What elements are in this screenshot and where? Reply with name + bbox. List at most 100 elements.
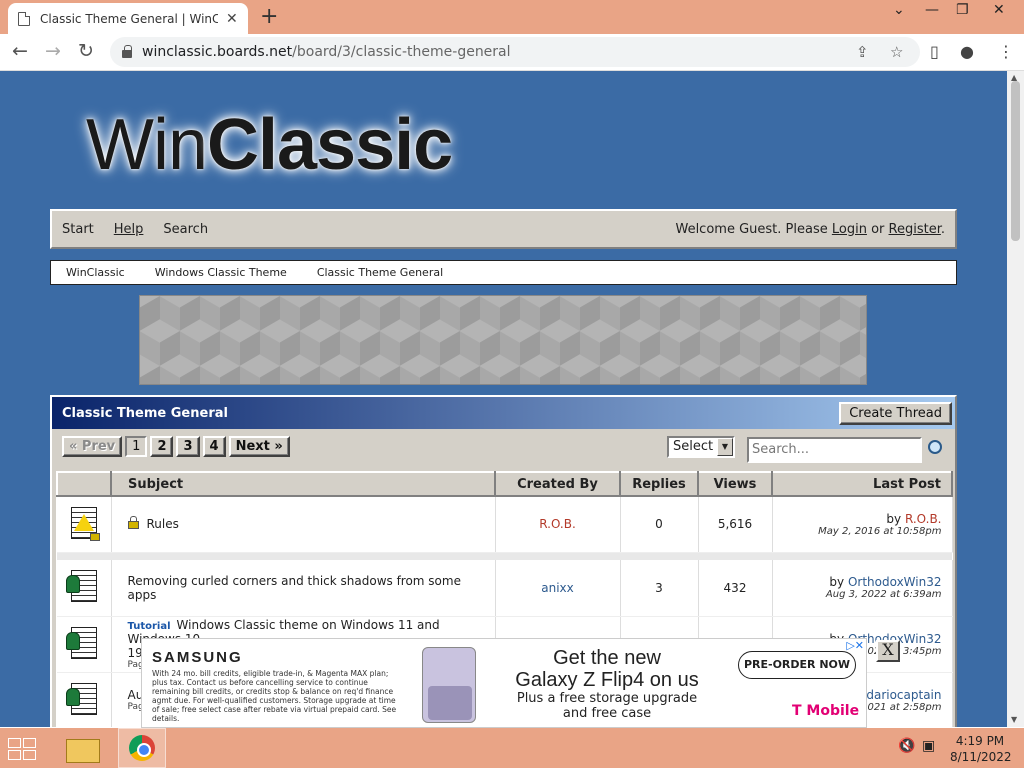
windows-taskbar: 🔇 ▣ 4:19 PM 8/11/2022 <box>0 728 1024 768</box>
thread-views: 5,616 <box>698 496 773 553</box>
ad-phone-image <box>422 647 476 723</box>
ad-headline-line1: Get the new <box>553 647 661 669</box>
url-path: /board/3/classic-theme-general <box>292 44 511 60</box>
breadcrumb-item[interactable]: Classic Theme General <box>317 266 443 279</box>
page-scrollbar[interactable]: ▲ ▼ <box>1007 71 1024 727</box>
page-content: WinClassic Start Help Search Welcome Gue… <box>0 71 1007 727</box>
subject-column-header[interactable]: Subject <box>110 471 496 497</box>
breadcrumb: WinClassic Windows Classic Theme Classic… <box>50 260 957 285</box>
reload-icon[interactable]: ↻ <box>78 40 94 62</box>
breadcrumb-item[interactable]: WinClassic <box>66 266 125 279</box>
welcome-period: . <box>940 221 945 237</box>
network-icon[interactable]: ▣ <box>922 738 935 754</box>
breadcrumb-item[interactable]: Windows Classic Theme <box>155 266 287 279</box>
advertisement-banner[interactable]: SAMSUNG With 24 mo. bill credits, eligib… <box>141 638 867 728</box>
share-icon[interactable]: ⇪ <box>856 43 869 61</box>
last-post-user-link[interactable]: R.O.B. <box>905 512 942 526</box>
nav-start-link[interactable]: Start <box>62 222 94 237</box>
created-by-column-header[interactable]: Created By <box>494 471 621 497</box>
thread-subject-link[interactable]: Removing curled corners and thick shadow… <box>111 560 496 617</box>
nav-help-link[interactable]: Help <box>114 222 144 237</box>
volume-muted-icon[interactable]: 🔇 <box>898 738 915 754</box>
last-post-date[interactable]: May 2, 2016 at 10:58pm <box>774 526 941 537</box>
create-thread-button[interactable]: Create Thread <box>839 401 952 425</box>
clock-time: 4:19 PM <box>955 734 1005 748</box>
login-link[interactable]: Login <box>832 222 867 237</box>
last-post-user-link[interactable]: dariocaptain <box>866 688 941 702</box>
views-column-header[interactable]: Views <box>697 471 773 497</box>
scrollbar-thumb[interactable] <box>1011 81 1020 241</box>
row-divider <box>57 552 952 560</box>
thread-replies: 0 <box>620 496 699 553</box>
ad-subline-line2: and free case <box>562 706 652 721</box>
thread-views: 432 <box>698 560 773 617</box>
page-button-4[interactable]: 4 <box>202 436 226 457</box>
last-post-by: by <box>829 575 848 590</box>
file-explorer-icon[interactable] <box>58 728 106 768</box>
register-link[interactable]: Register <box>889 222 941 237</box>
scroll-down-icon[interactable]: ▼ <box>1011 715 1017 724</box>
thread-icon-cell <box>57 672 112 727</box>
ad-preorder-button[interactable]: PRE-ORDER NOW <box>738 651 856 679</box>
welcome-text: Welcome Guest. Please Login or Register. <box>675 222 945 237</box>
welcome-or: or <box>866 221 889 237</box>
thread-creator-link[interactable]: R.O.B. <box>495 496 621 553</box>
tab-title: Classic Theme General | WinClassic <box>40 11 218 26</box>
ad-close-button[interactable]: X <box>876 640 900 662</box>
adchoices-icon[interactable]: ▷✕ <box>846 639 864 652</box>
next-page-button[interactable]: Next » <box>228 436 290 457</box>
thread-last-post: by R.O.B. May 2, 2016 at 10:58pm <box>772 496 953 553</box>
dropdown-arrow-icon[interactable]: ▼ <box>717 438 733 456</box>
clock-date: 8/11/2022 <box>950 750 1012 764</box>
tab-strip: Classic Theme General | WinClassic ✕ + ⌄… <box>0 0 1024 34</box>
site-navbar: Start Help Search Welcome Guest. Please … <box>50 209 957 249</box>
thread-replies: 3 <box>620 560 699 617</box>
replies-column-header[interactable]: Replies <box>619 471 699 497</box>
site-logo[interactable]: WinClassic <box>86 105 453 185</box>
page-button-3[interactable]: 3 <box>176 436 200 457</box>
restore-icon[interactable]: ❐ <box>956 2 969 18</box>
thread-creator-link[interactable]: anixx <box>495 560 621 617</box>
thread-subject-link[interactable]: Rules <box>147 517 179 531</box>
minimize-icon[interactable]: — <box>925 2 939 18</box>
browser-tab[interactable]: Classic Theme General | WinClassic ✕ <box>8 3 248 34</box>
last-post-user-link[interactable]: OrthodoxWin32 <box>848 575 942 589</box>
tab-search-chevron-icon[interactable]: ⌄ <box>893 2 905 18</box>
thread-icon <box>65 682 97 715</box>
board-header: Classic Theme General Create Thread <box>52 397 955 429</box>
pagination: « Prev 1 2 3 4 Next » <box>62 436 290 457</box>
nav-search-link[interactable]: Search <box>163 222 208 237</box>
last-post-column-header[interactable]: Last Post <box>771 471 953 497</box>
last-post-date[interactable]: Aug 3, 2022 at 6:39am <box>774 589 942 600</box>
menu-kebab-icon[interactable]: ⋮ <box>998 42 1014 61</box>
ad-subline-line1: Plus a free storage upgrade <box>516 691 698 706</box>
announcement-thread-icon <box>70 506 100 541</box>
locked-lock-icon <box>127 516 139 530</box>
start-button-icon[interactable] <box>8 738 38 760</box>
page-button-1[interactable]: 1 <box>125 436 148 457</box>
address-bar[interactable]: winclassic.boards.net/board/3/classic-th… <box>110 37 920 67</box>
thread-icon <box>65 626 97 659</box>
table-row[interactable]: Rules R.O.B. 0 5,616 by R.O.B. May 2, 20… <box>57 496 953 553</box>
system-clock[interactable]: 4:19 PM 8/11/2022 <box>950 733 1012 765</box>
board-search-input[interactable]: Search... <box>747 437 922 463</box>
side-panel-icon[interactable]: ▯ <box>930 42 939 61</box>
table-row[interactable]: Removing curled corners and thick shadow… <box>57 560 953 617</box>
close-tab-icon[interactable]: ✕ <box>226 11 238 27</box>
bookmark-star-icon[interactable]: ☆ <box>890 43 903 61</box>
profile-icon[interactable]: ● <box>960 42 974 61</box>
mod-action-select[interactable]: Select ▼ <box>667 436 735 458</box>
forward-icon[interactable]: → <box>45 40 61 62</box>
search-go-icon[interactable] <box>928 440 942 454</box>
board-title: Classic Theme General <box>62 405 228 421</box>
back-icon[interactable]: ← <box>12 40 28 62</box>
chrome-taskbar-icon[interactable] <box>118 728 166 768</box>
tutorial-tag[interactable]: Tutorial <box>128 621 171 632</box>
new-tab-icon[interactable]: + <box>260 4 278 29</box>
thread-icon-cell <box>57 496 112 553</box>
page-button-2[interactable]: 2 <box>150 436 174 457</box>
prev-page-button[interactable]: « Prev <box>62 436 123 457</box>
header-banner-image <box>139 295 867 385</box>
close-window-icon[interactable]: ✕ <box>993 2 1005 18</box>
select-value: Select <box>673 439 714 454</box>
